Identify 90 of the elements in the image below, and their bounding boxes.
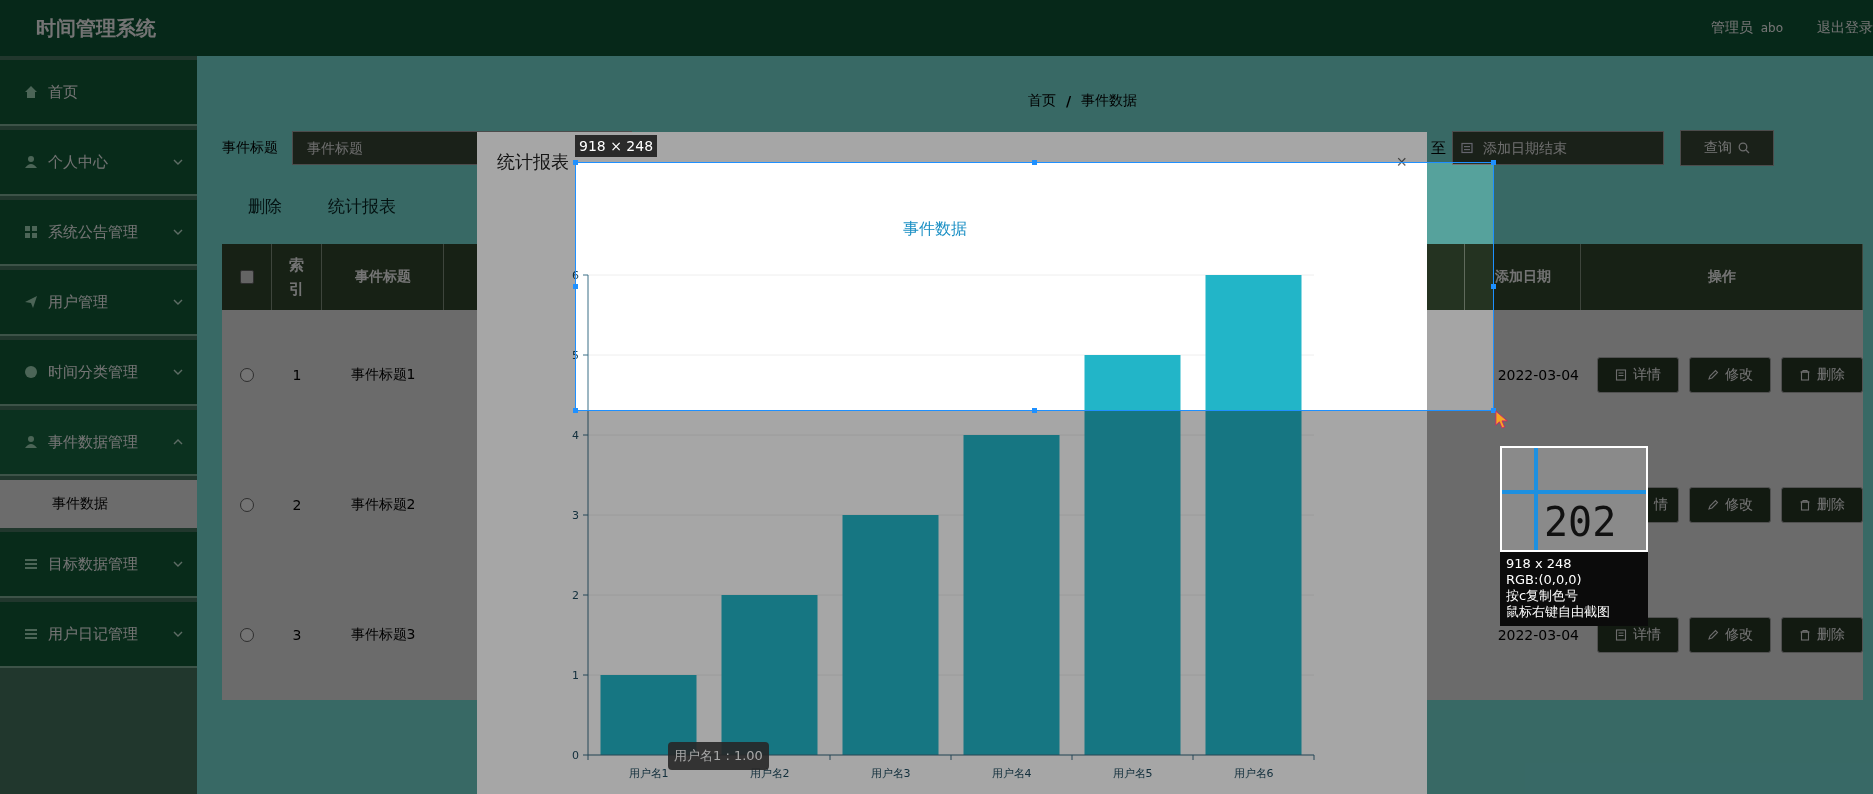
table-cell: 事件标题2 [350, 496, 416, 514]
action-button[interactable]: 统计报表 [320, 188, 404, 224]
row-action-button[interactable]: 删除 [1781, 357, 1863, 393]
cursor-icon [1495, 410, 1509, 430]
logout-link[interactable]: 退出登录 [1817, 19, 1873, 37]
axis-label: 用户名3 [870, 767, 911, 780]
trash-icon [1799, 369, 1811, 381]
table-cell: 事件标题1 [350, 366, 416, 384]
grid-icon [24, 225, 38, 239]
pencil-icon [1707, 629, 1719, 641]
column-header: 添加日期 [1494, 268, 1551, 286]
sidebar-item[interactable]: 个人中心 [0, 130, 197, 196]
chart-title: 事件数据 [903, 219, 967, 238]
trash-icon [1799, 499, 1811, 511]
user-name: abo [1760, 21, 1783, 35]
breadcrumb-link[interactable]: 首页 [1027, 92, 1056, 110]
column-header: 索引 [289, 255, 304, 300]
axis-label: 用户名5 [1112, 767, 1153, 780]
sidebar-item[interactable]: 用户日记管理 [0, 602, 197, 668]
row-checkbox[interactable] [240, 628, 254, 642]
magnified-text: 202 [1544, 502, 1617, 542]
magnifier-info-text: RGB:(0,0,0) [1506, 572, 1583, 588]
person-icon [24, 155, 38, 169]
selection-size-label: 918 × 248 [575, 135, 658, 157]
row-action-button[interactable]: 修改 [1689, 617, 1771, 653]
row-action-button[interactable]: 修改 [1689, 357, 1771, 393]
axis-label: 0 [572, 749, 579, 762]
chevron-icon [173, 369, 183, 375]
axis-label: 用户名4 [991, 767, 1032, 780]
sidebar-subitem[interactable]: 事件数据 [0, 480, 197, 528]
document-icon [1615, 629, 1627, 641]
row-checkbox[interactable] [240, 498, 254, 512]
range-separator: 至 [1431, 138, 1446, 158]
axis-label: 2 [572, 589, 579, 602]
sidebar-item[interactable]: 系统公告管理 [0, 200, 197, 266]
chevron-icon [173, 159, 183, 165]
magnifier-info-text: 鼠标右键自由截图 [1506, 604, 1611, 620]
axis-label: 用户名1 [628, 767, 669, 780]
search-icon [1738, 142, 1750, 154]
breadcrumb-separator: / [1065, 93, 1072, 109]
column-header: 操作 [1707, 268, 1736, 286]
axis-label: 4 [572, 429, 579, 442]
chevron-icon [173, 229, 183, 235]
sidebar-item[interactable]: 时间分类管理 [0, 340, 197, 406]
column-header: 事件标题 [354, 268, 411, 286]
home-icon [24, 85, 38, 99]
breadcrumb-link[interactable]: 事件数据 [1081, 92, 1138, 110]
chevron-icon [173, 439, 183, 445]
sidebar-item[interactable]: 事件数据管理 [0, 410, 197, 476]
table-cell: 2022-03-04 [1497, 367, 1579, 383]
axis-label: 1 [572, 669, 579, 682]
sidebar-item[interactable]: 目标数据管理 [0, 532, 197, 598]
axis-label: 3 [572, 509, 579, 522]
sidebar-item[interactable]: 首页 [0, 60, 197, 126]
chart-tooltip: 用户名1 : 1.00 [668, 742, 769, 770]
row-action-button[interactable]: 修改 [1689, 487, 1771, 523]
chevron-icon [173, 561, 183, 567]
calendar-icon [1461, 142, 1473, 154]
user-role: 管理员 [1710, 19, 1753, 37]
select-all-checkbox[interactable] [239, 270, 254, 284]
person-icon [24, 435, 38, 449]
pencil-icon [1707, 369, 1719, 381]
row-action-button[interactable]: 详情 [1597, 357, 1679, 393]
search-label: 事件标题 [222, 139, 278, 157]
chevron-icon [173, 299, 183, 305]
list-icon [24, 627, 38, 641]
date-field[interactable]: 添加日期结束 [1452, 131, 1664, 165]
list-icon [24, 557, 38, 571]
sidebar-item[interactable]: 用户管理 [0, 270, 197, 336]
axis-label: 用户名2 [749, 767, 790, 780]
paper-plane-icon [24, 295, 38, 309]
trash-icon [1799, 629, 1811, 641]
row-action-button[interactable]: 删除 [1781, 617, 1863, 653]
pencil-icon [1707, 499, 1719, 511]
magnifier-info-text: 918 x 248 [1506, 556, 1573, 572]
app-title: 时间管理系统 [36, 14, 156, 42]
row-checkbox[interactable] [240, 368, 254, 382]
magnifier-info-text: 按c复制色号 [1506, 588, 1580, 604]
chevron-icon [173, 631, 183, 637]
table-cell: 1 [292, 367, 302, 383]
document-icon [1615, 369, 1627, 381]
axis-label: 用户名6 [1233, 767, 1274, 780]
action-button[interactable]: 删除 [240, 188, 290, 224]
table-cell: 2 [292, 497, 302, 513]
row-action-button[interactable]: 删除 [1781, 487, 1863, 523]
table-cell: 3 [292, 627, 302, 643]
table-cell: 2022-03-04 [1497, 627, 1579, 643]
search-button[interactable]: 查询 [1680, 130, 1774, 166]
table-cell: 事件标题3 [350, 626, 416, 644]
circle-icon [24, 365, 38, 379]
